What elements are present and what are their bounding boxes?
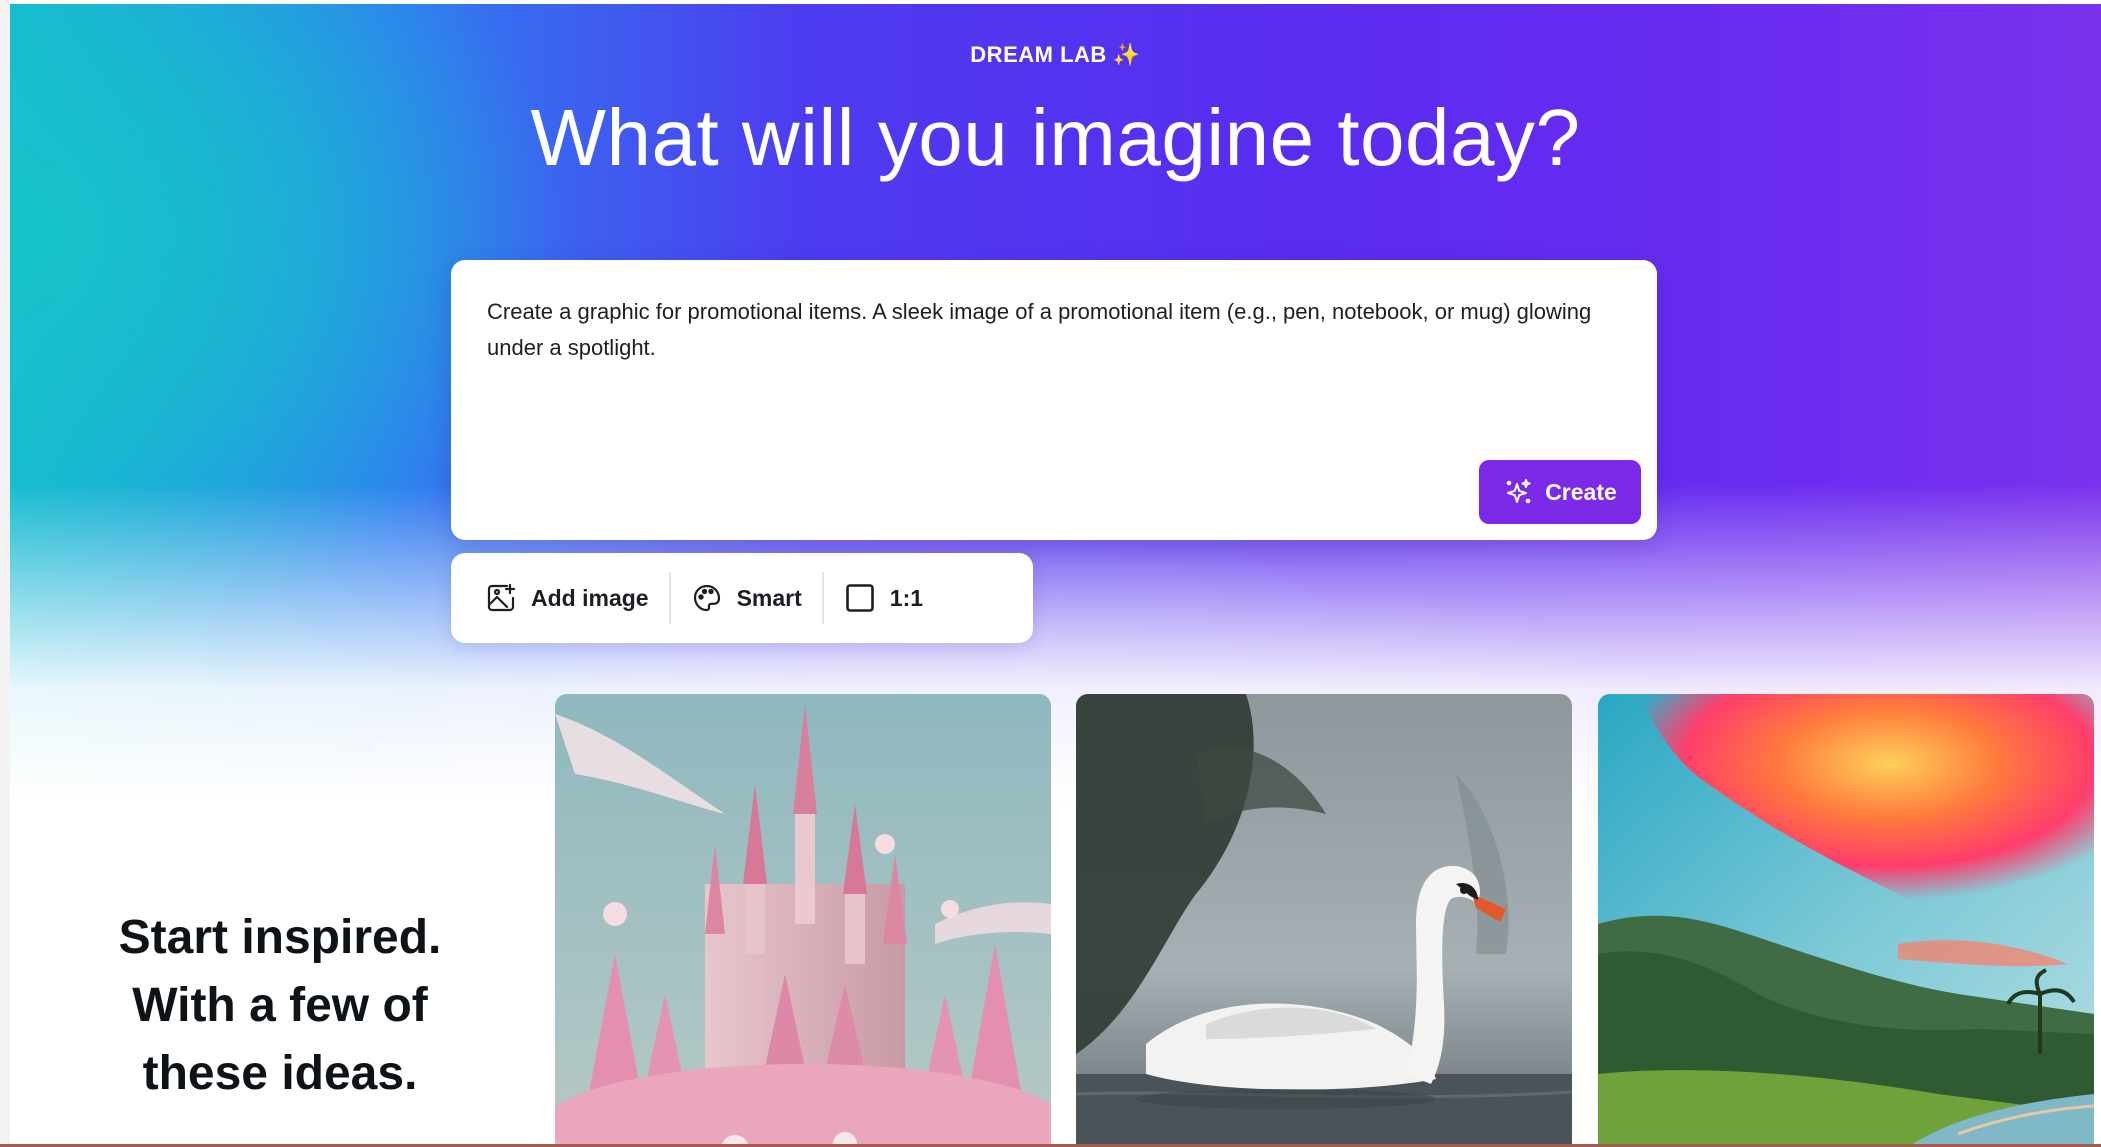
idea-tile-pink-castle[interactable] [555, 694, 1051, 1147]
prompt-input[interactable]: Create a graphic for promotional items. … [487, 294, 1621, 454]
page-title: What will you imagine today? [530, 93, 1581, 182]
pink-castle-image [555, 694, 1051, 1147]
dream-lab-page: DREAM LAB ✨ What will you imagine today? … [0, 0, 2101, 1147]
square-ratio-icon [845, 584, 874, 612]
add-image-button[interactable]: Add image [465, 570, 669, 626]
inspiration-line: these ideas. [142, 1047, 418, 1100]
hero-section: DREAM LAB ✨ What will you imagine today? … [10, 4, 2101, 1147]
inspiration-line: Start inspired. [118, 911, 442, 964]
sparkle-icon: ✨ [1112, 42, 1141, 67]
window-edge [0, 0, 10, 1147]
eyebrow-text: DREAM LAB [970, 42, 1107, 67]
style-selector-button[interactable]: Smart [671, 570, 822, 626]
aspect-ratio-button[interactable]: 1:1 [824, 570, 943, 626]
prompt-options-toolbar: Add image Smart 1:1 [451, 553, 1033, 643]
eyebrow-label: DREAM LAB ✨ [10, 42, 2101, 68]
inspiration-heading: Start inspired. With a few of these idea… [70, 904, 490, 1108]
prompt-card: Create a graphic for promotional items. … [451, 260, 1657, 540]
create-button[interactable]: Create [1479, 460, 1641, 524]
add-image-label: Add image [531, 584, 649, 611]
sunset-valley-image [1598, 694, 2094, 1147]
white-swan-image [1076, 694, 1572, 1147]
ratio-label: 1:1 [889, 584, 924, 611]
image-add-icon [487, 583, 516, 612]
palette-icon [693, 584, 720, 612]
idea-tile-sunset-valley[interactable] [1598, 694, 2094, 1147]
style-label: Smart [736, 584, 802, 611]
create-button-label: Create [1545, 478, 1617, 505]
magic-sparkle-icon [1506, 479, 1531, 504]
inspiration-line: With a few of [132, 979, 428, 1032]
idea-tile-white-swan[interactable] [1076, 694, 1572, 1147]
